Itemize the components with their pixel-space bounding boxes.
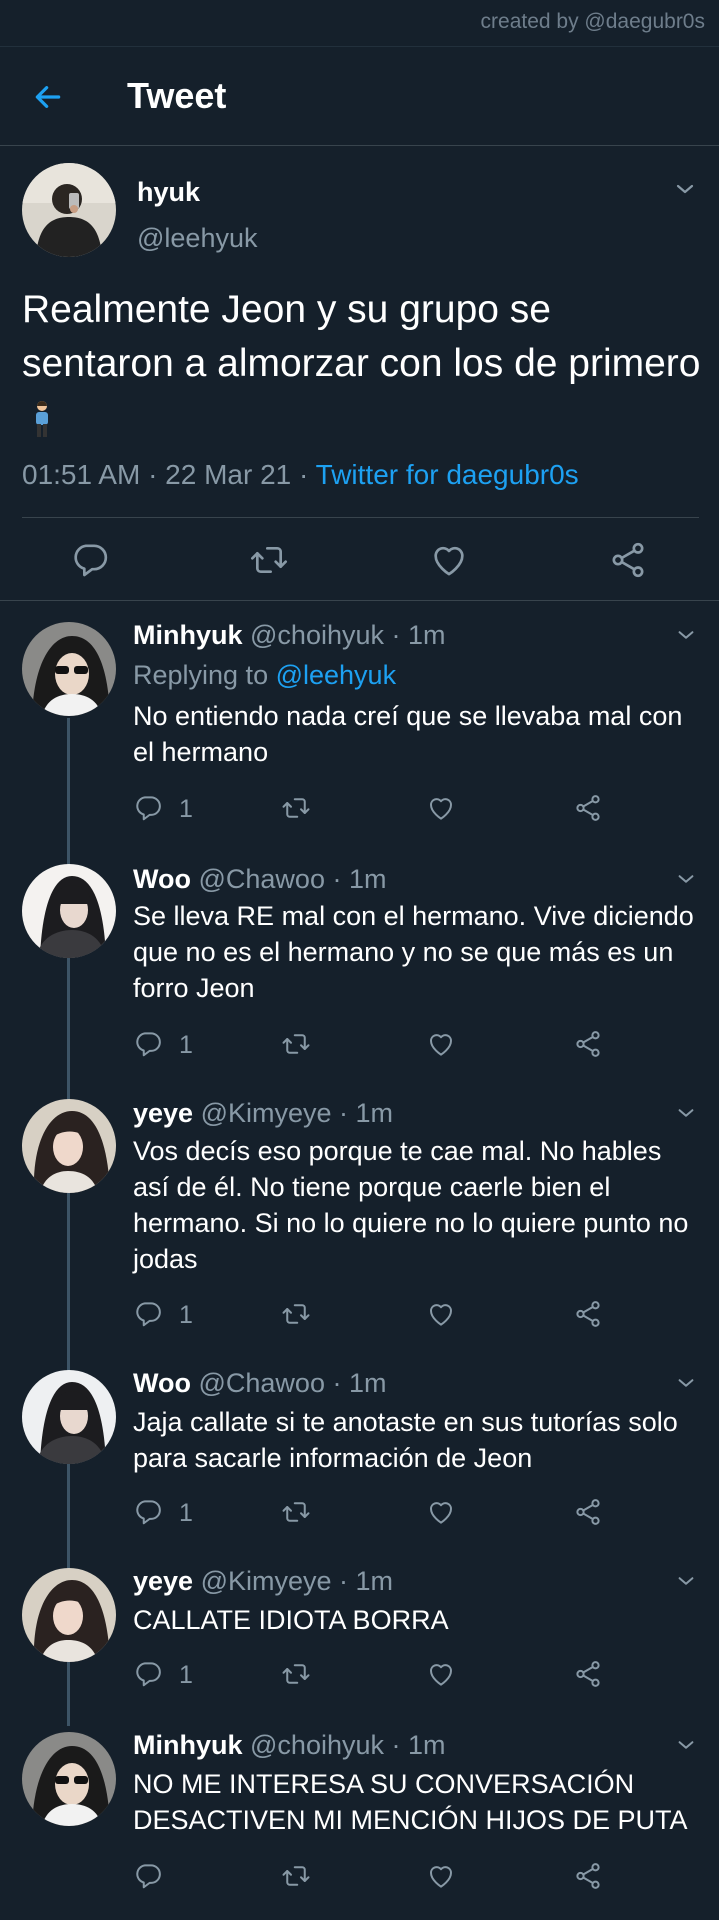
replying-to-link[interactable]: @leehyuk [276,660,396,690]
reply-text: Se lleva RE mal con el hermano. Vive dic… [133,901,694,1003]
reply-count: 1 [179,1301,193,1329]
reply-header: yeye @Kimyeye · 1m [133,1566,393,1597]
page-title: Tweet [127,75,227,116]
reply-text: Jaja callate si te anotaste en sus tutor… [133,1407,678,1473]
like-icon[interactable] [429,540,469,580]
arrow-left-icon[interactable] [32,81,64,113]
like-icon[interactable] [426,793,456,823]
reply-icon[interactable] [133,1497,163,1527]
reply-text: NO ME INTERESA SU CONVERSACIÓN DESACTIVE… [133,1769,688,1835]
chevron-down-icon[interactable] [675,1102,697,1124]
reply-header: yeye @Kimyeye · 1m [133,1098,393,1129]
reply-header: Minhyuk @choihyuk · 1m [133,620,446,651]
like-icon[interactable] [426,1659,456,1689]
retweet-icon[interactable] [281,1029,311,1059]
chevron-down-icon[interactable] [675,624,697,646]
retweet-icon[interactable] [249,540,289,580]
avatar[interactable] [22,864,116,958]
like-icon[interactable] [426,1299,456,1329]
author-handle: @Kimyeye · 1m [193,1098,394,1128]
author-name[interactable]: yeye [133,1098,193,1128]
chevron-down-icon[interactable] [675,1372,697,1394]
avatar[interactable] [22,1370,116,1464]
reply-icon[interactable] [133,1659,163,1689]
top-bar: Tweet [0,46,719,146]
author-name[interactable]: Minhyuk [133,1730,243,1760]
avatar[interactable] [22,1732,116,1826]
reply-actions: 1 [133,793,693,829]
reply-icon[interactable] [70,540,110,580]
tweet-actions [0,540,719,590]
share-icon[interactable] [608,540,648,580]
watermark: created by @daegubr0s [480,10,705,33]
author-name[interactable]: hyuk [137,177,200,208]
author-name[interactable]: Woo [133,864,191,894]
author-name[interactable]: Minhyuk [133,620,243,650]
reply-actions: 1 [133,1497,693,1533]
client-link[interactable]: Twitter for daegubr0s [316,459,579,490]
retweet-icon[interactable] [281,1659,311,1689]
like-icon[interactable] [426,1497,456,1527]
avatar[interactable] [22,1099,116,1193]
reply-icon[interactable] [133,1029,163,1059]
divider [22,517,699,518]
reply-text: Vos decís eso porque te cae mal. No habl… [133,1136,689,1274]
retweet-icon[interactable] [281,1497,311,1527]
avatar[interactable] [22,622,116,716]
tweet-timestamp: 01:51 AM · 22 Mar 21 · [22,459,316,490]
chevron-down-icon[interactable] [675,1570,697,1592]
share-icon[interactable] [573,1659,603,1689]
share-icon[interactable] [573,1861,603,1891]
avatar[interactable] [22,163,116,257]
reply-count: 1 [179,1031,193,1059]
reply-icon[interactable] [133,793,163,823]
retweet-icon[interactable] [281,793,311,823]
reply-header: Minhyuk @choihyuk · 1m [133,1730,446,1761]
main-tweet: hyuk @leehyuk Realmente Jeon y su grupo … [0,145,719,601]
author-handle[interactable]: @leehyuk [137,223,257,254]
reply-actions: 1 [133,1659,693,1695]
replying-to: Replying to @leehyuk [133,660,396,691]
author-handle: @Chawoo · 1m [190,864,387,894]
avatar[interactable] [22,1568,116,1662]
chevron-down-icon[interactable] [675,868,697,890]
chevron-down-icon[interactable] [675,1734,697,1756]
reply-actions: 1 [133,1029,693,1065]
reply-header: Woo @Chawoo · 1m [133,864,386,895]
tweet-text-content: Realmente Jeon y su grupo se sentaron a … [22,288,701,385]
author-handle: @Chawoo · 1m [190,1368,387,1398]
share-icon[interactable] [573,1299,603,1329]
reply-actions [133,1861,693,1897]
retweet-icon[interactable] [281,1861,311,1891]
reply-header: Woo @Chawoo · 1m [133,1368,386,1399]
reply-text: CALLATE IDIOTA BORRA [133,1605,449,1635]
share-icon[interactable] [573,1029,603,1059]
reply-text: No entiendo nada creí que se llevaba mal… [133,701,683,767]
reply-count: 1 [179,795,193,823]
reply-icon[interactable] [133,1861,163,1891]
reply-count: 1 [179,1499,193,1527]
share-icon[interactable] [573,1497,603,1527]
tweet-meta: 01:51 AM · 22 Mar 21 · Twitter for daegu… [22,459,579,491]
author-handle: @choihyuk · 1m [242,620,446,650]
retweet-icon[interactable] [281,1299,311,1329]
share-icon[interactable] [573,793,603,823]
reply-icon[interactable] [133,1299,163,1329]
like-icon[interactable] [426,1029,456,1059]
person-emoji [32,400,52,440]
replying-to-label: Replying to [133,660,276,690]
author-name[interactable]: yeye [133,1566,193,1596]
tweet-text: Realmente Jeon y su grupo se sentaron a … [22,283,702,445]
author-handle: @Kimyeye · 1m [193,1566,394,1596]
like-icon[interactable] [426,1861,456,1891]
author-handle: @choihyuk · 1m [242,1730,446,1760]
chevron-down-icon[interactable] [673,177,697,201]
reply-count: 1 [179,1661,193,1689]
reply-actions: 1 [133,1299,693,1335]
author-name[interactable]: Woo [133,1368,191,1398]
